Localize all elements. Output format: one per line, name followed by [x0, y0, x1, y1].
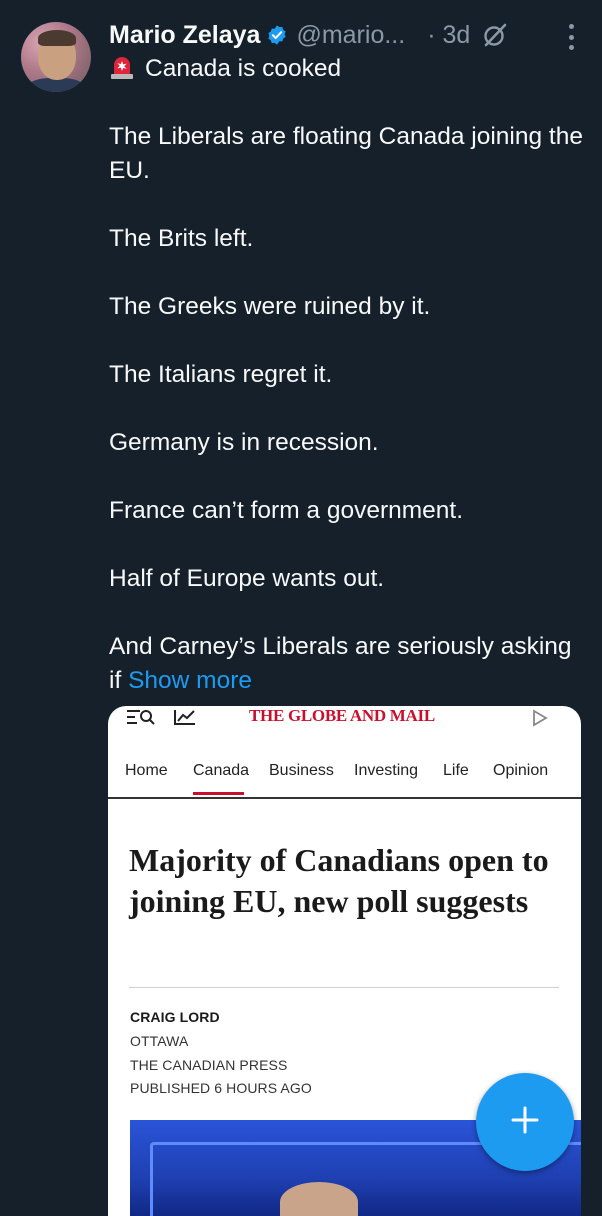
author-handle[interactable]: @mario... [296, 21, 405, 50]
nav-divider [108, 797, 581, 799]
nav-life: Life [443, 762, 469, 779]
author-name[interactable]: Mario Zelaya [109, 21, 260, 50]
tweet-line-4: The Greeks were ruined by it. [109, 293, 431, 320]
trend-chart-icon [174, 709, 196, 730]
tweet-header: Mario Zelaya @mario... · 3d [109, 18, 582, 52]
more-vertical-icon[interactable] [568, 24, 574, 50]
show-more-link[interactable]: Show more [128, 667, 252, 694]
article-published: PUBLISHED 6 HOURS AGO [130, 1080, 312, 1096]
nav-business: Business [269, 762, 334, 779]
tweet-line-3: The Brits left. [109, 225, 254, 252]
avatar-shirt [25, 78, 87, 92]
nav-home: Home [125, 762, 168, 779]
article-location: OTTAWA [130, 1033, 189, 1049]
tweet-line-7: France can’t form a government. [109, 497, 464, 524]
author-avatar[interactable] [21, 22, 91, 92]
globe-nav: Home Canada Business Investing Life Opin… [108, 750, 581, 800]
photo-person [280, 1182, 358, 1216]
tweet-body: Canada is cooked The Liberals are floati… [109, 52, 589, 698]
tweet-line-6: Germany is in recession. [109, 429, 379, 456]
siren-icon [109, 54, 135, 80]
globe-and-mail-logo: THE GLOBE AND MAIL [249, 706, 435, 725]
nav-opinion: Opinion [493, 762, 549, 779]
tweet-line-5: The Italians regret it. [109, 361, 333, 388]
plus-icon [510, 1105, 540, 1140]
globe-topbar: THE GLOBE AND MAIL [108, 706, 581, 730]
article-headline: Majority of Canadians open to joining EU… [129, 842, 549, 919]
nav-active-indicator [193, 792, 244, 795]
article-source: THE CANADIAN PRESS [130, 1057, 288, 1073]
tweet-line-9: And Carney’s Liberals are seriously aski… [109, 630, 589, 698]
tweet-text-line: Canada is cooked [145, 55, 342, 82]
compose-button[interactable] [476, 1073, 574, 1171]
verified-badge-icon [266, 24, 288, 46]
tweet-line-1: Canada is cooked [109, 52, 589, 86]
nav-investing: Investing [354, 762, 419, 779]
video-play-icon [531, 709, 549, 732]
tweet-line-8: Half of Europe wants out. [109, 565, 385, 592]
nav-canada: Canada [193, 762, 250, 779]
grok-icon[interactable] [482, 22, 508, 48]
tweet-timestamp[interactable]: · 3d [427, 21, 470, 50]
menu-search-icon [126, 708, 156, 731]
article-author: CRAIG LORD [130, 1009, 220, 1025]
tweet-line-2: The Liberals are floating Canada joining… [109, 123, 583, 184]
avatar-hair [38, 30, 76, 46]
headline-divider [129, 987, 559, 988]
